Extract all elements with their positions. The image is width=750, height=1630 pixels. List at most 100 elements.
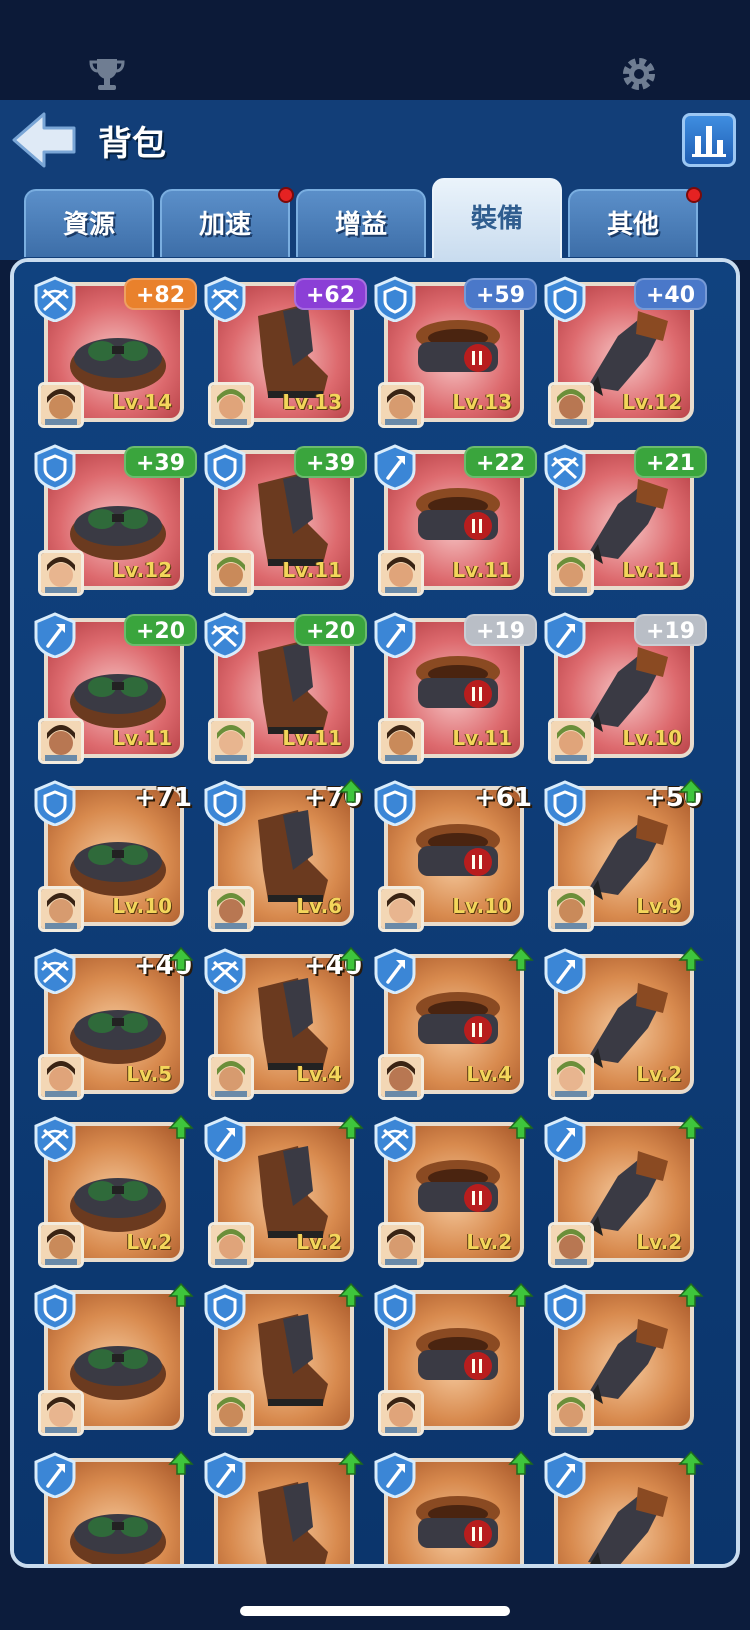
crossbow-icon xyxy=(542,444,588,491)
item-level: Lv.9 xyxy=(636,894,682,918)
wand-icon xyxy=(372,612,418,659)
shield-icon xyxy=(202,1284,248,1331)
shield-icon xyxy=(372,1284,418,1331)
crossbow-icon xyxy=(32,1116,78,1163)
item-level: Lv.14 xyxy=(112,390,172,414)
crossbow-icon xyxy=(202,612,248,659)
item-level: Lv.2 xyxy=(466,1230,512,1254)
page-title: 背包 xyxy=(98,124,166,164)
wand-icon xyxy=(372,948,418,995)
item-level: Lv.10 xyxy=(622,726,682,750)
hero-portrait-avatar xyxy=(38,550,84,596)
hero-portrait-avatar xyxy=(378,1390,424,1436)
tab-label: 增益 xyxy=(334,210,387,240)
item-level: Lv.11 xyxy=(622,558,682,582)
power-bonus-badge: +39 xyxy=(294,446,368,478)
shield-icon xyxy=(542,1284,588,1331)
upgrade-arrow-icon xyxy=(168,1282,194,1308)
tab-label: 裝備 xyxy=(470,204,523,234)
tab-1[interactable]: 加速 xyxy=(160,187,294,257)
settings-gear-icon[interactable] xyxy=(620,55,658,93)
upgrade-arrow-icon xyxy=(678,778,704,804)
hero-portrait-avatar xyxy=(208,1390,254,1436)
wand-icon xyxy=(542,1452,588,1499)
item-level: Lv.13 xyxy=(452,390,512,414)
upgrade-arrow-icon xyxy=(508,1282,534,1308)
wand-icon xyxy=(32,612,78,659)
item-level: Lv.6 xyxy=(296,894,342,918)
hero-portrait-avatar xyxy=(378,382,424,428)
hero-portrait-avatar xyxy=(38,1222,84,1268)
wand-icon xyxy=(32,1452,78,1499)
hero-portrait-avatar xyxy=(208,886,254,932)
power-bonus-badge: +21 xyxy=(634,446,708,478)
shield-icon xyxy=(32,1284,78,1331)
notification-dot xyxy=(686,187,702,203)
hero-portrait-avatar xyxy=(38,886,84,932)
shield-icon xyxy=(32,444,78,491)
power-bonus-badge: +61 xyxy=(474,783,532,813)
wand-icon xyxy=(202,1116,248,1163)
bottom-safe-area xyxy=(0,1570,750,1630)
item-level: Lv.2 xyxy=(126,1230,172,1254)
hero-portrait-avatar xyxy=(548,1054,594,1100)
upgrade-arrow-icon xyxy=(338,1450,364,1476)
shield-icon xyxy=(202,780,248,827)
upgrade-arrow-icon xyxy=(678,1282,704,1308)
back-arrow-icon[interactable] xyxy=(10,110,80,170)
wand-icon xyxy=(542,1116,588,1163)
shield-icon xyxy=(372,276,418,323)
item-level: Lv.13 xyxy=(282,390,342,414)
hero-portrait-avatar xyxy=(208,1054,254,1100)
power-bonus-badge: +71 xyxy=(134,783,192,813)
hero-portrait-avatar xyxy=(378,1054,424,1100)
shield-icon xyxy=(542,276,588,323)
hero-portrait-avatar xyxy=(548,550,594,596)
tab-label: 資源 xyxy=(62,210,115,240)
tab-0[interactable]: 資源 xyxy=(24,189,154,257)
crossbow-icon xyxy=(372,1116,418,1163)
hero-portrait-avatar xyxy=(548,1222,594,1268)
stats-button[interactable] xyxy=(682,113,736,167)
item-level: Lv.11 xyxy=(112,726,172,750)
power-bonus-badge: +19 xyxy=(464,614,538,646)
item-level: Lv.11 xyxy=(452,558,512,582)
power-bonus-badge: +62 xyxy=(294,278,368,310)
hero-portrait-avatar xyxy=(38,718,84,764)
upgrade-arrow-icon xyxy=(168,1114,194,1140)
hero-portrait-avatar xyxy=(38,1390,84,1436)
tab-label: 加速 xyxy=(198,210,251,240)
power-bonus-badge: +82 xyxy=(124,278,198,310)
upgrade-arrow-icon xyxy=(338,778,364,804)
power-bonus-badge: +20 xyxy=(124,614,198,646)
tab-4[interactable]: 其他 xyxy=(568,187,702,257)
wand-icon xyxy=(542,612,588,659)
crossbow-icon xyxy=(202,276,248,323)
item-level: Lv.4 xyxy=(296,1062,342,1086)
power-bonus-badge: +59 xyxy=(464,278,538,310)
tab-2[interactable]: 增益 xyxy=(296,189,426,257)
item-level: Lv.10 xyxy=(452,894,512,918)
item-level: Lv.2 xyxy=(636,1230,682,1254)
trophy-icon[interactable] xyxy=(88,56,126,92)
bar-chart-icon xyxy=(692,126,726,157)
hero-portrait-avatar xyxy=(208,1222,254,1268)
home-indicator[interactable] xyxy=(240,1606,510,1616)
hero-portrait-avatar xyxy=(208,550,254,596)
tab-3[interactable]: 裝備 xyxy=(432,178,562,260)
hero-portrait-avatar xyxy=(548,1390,594,1436)
hero-portrait-avatar xyxy=(208,382,254,428)
hero-portrait-avatar xyxy=(378,550,424,596)
hero-portrait-avatar xyxy=(38,382,84,428)
notification-dot xyxy=(278,187,294,203)
item-level: Lv.11 xyxy=(282,558,342,582)
wand-icon xyxy=(372,1452,418,1499)
power-bonus-badge: +20 xyxy=(294,614,368,646)
power-bonus-badge: +40 xyxy=(634,278,708,310)
inventory-panel: Lv.14 +82 Lv.13 +62 Lv.13 +59 Lv.12 +40 Lv.12 +39… xyxy=(10,258,740,1568)
hero-portrait-avatar xyxy=(378,886,424,932)
upgrade-arrow-icon xyxy=(168,946,194,972)
power-bonus-badge: +19 xyxy=(634,614,708,646)
wand-icon xyxy=(542,948,588,995)
hero-portrait-avatar xyxy=(378,718,424,764)
